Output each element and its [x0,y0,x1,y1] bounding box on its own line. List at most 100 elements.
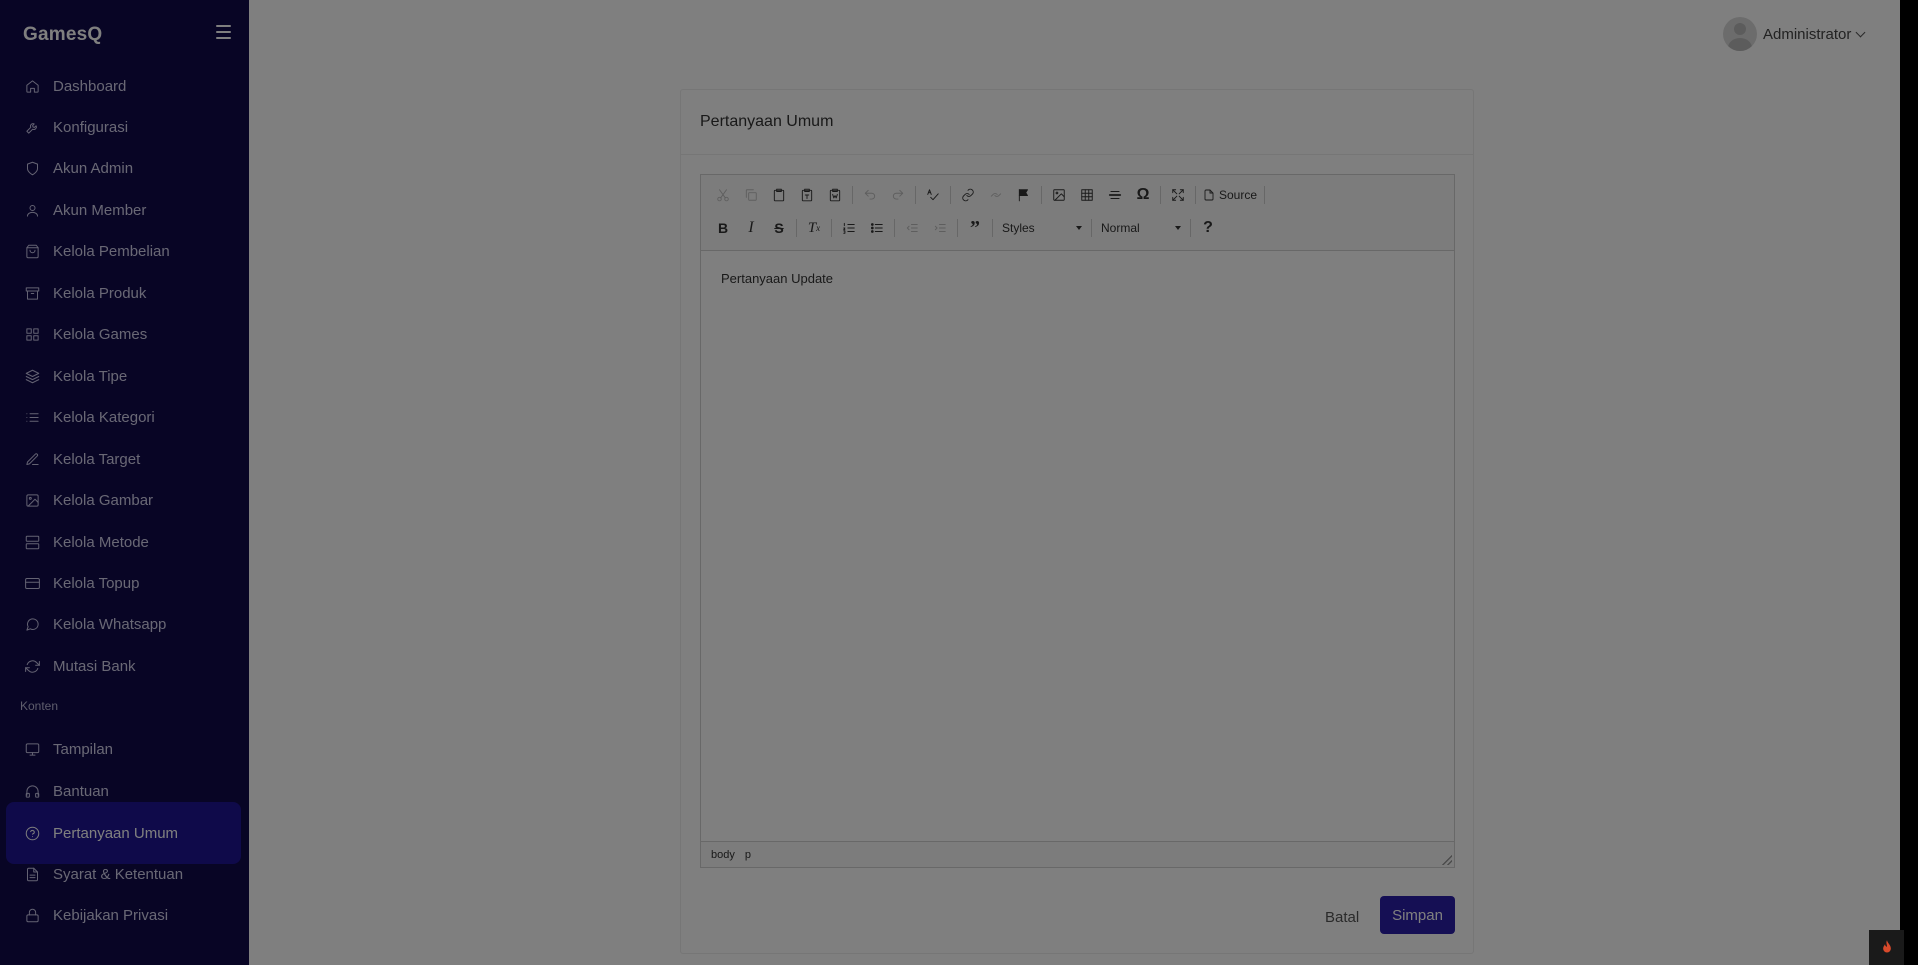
sidebar-item-kebijakan-privasi[interactable]: Kebijakan Privasi [6,896,241,934]
image-icon [24,492,40,508]
remove-format-icon[interactable]: Tx [800,215,828,241]
help-circle-icon [24,825,40,841]
indent-icon[interactable] [926,215,954,241]
toolbar-separator [950,186,951,204]
sidebar-item-kelola-gambar[interactable]: Kelola Gambar [6,481,241,519]
copy-icon[interactable] [737,182,765,208]
credit-card-icon [24,575,40,591]
sidebar-item-label: Tampilan [53,740,114,758]
brand-logo[interactable]: GamesQ [23,24,102,46]
user-menu[interactable]: Administrator [1723,17,1866,51]
sidebar-item-kelola-tipe[interactable]: Kelola Tipe [6,357,241,395]
sidebar-item-akun-admin[interactable]: Akun Admin [6,149,241,187]
cut-icon[interactable] [709,182,737,208]
sidebar-item-konfigurasi[interactable]: Konfigurasi [6,108,241,146]
avatar [1723,17,1757,51]
link-icon[interactable] [954,182,982,208]
format-dropdown[interactable]: Normal [1095,215,1187,241]
sidebar-item-syarat-ketentuan[interactable]: Syarat & Ketentuan [6,855,241,893]
save-button[interactable]: Simpan [1380,896,1455,934]
toolbar-separator [796,219,797,237]
message-circle-icon [24,616,40,632]
path-p[interactable]: p [745,849,751,861]
sidebar-item-label: Pertanyaan Umum [53,824,179,842]
numbered-list-icon[interactable] [835,215,863,241]
maximize-icon[interactable] [1164,182,1192,208]
sidebar-item-label: Bantuan [53,782,109,800]
toolbar-separator [1041,186,1042,204]
outdent-icon[interactable] [898,215,926,241]
chevron-down-icon [1855,27,1866,37]
wrench-icon [24,119,40,135]
sidebar-item-kelola-target[interactable]: Kelola Target [6,440,241,478]
sidebar-item-kelola-whatsapp[interactable]: Kelola Whatsapp [6,605,241,643]
sidebar-item-mutasi-bank[interactable]: Mutasi Bank [6,647,241,685]
user-name: Administrator [1763,25,1852,43]
sidebar-item-label: Kebijakan Privasi [53,906,169,924]
unlink-icon[interactable] [982,182,1010,208]
undo-icon[interactable] [856,182,884,208]
image-icon[interactable] [1045,182,1073,208]
path-body[interactable]: body [711,849,735,861]
divider [681,154,1473,155]
anchor-flag-icon[interactable] [1010,182,1038,208]
sidebar-item-kelola-games[interactable]: Kelola Games [6,315,241,353]
special-char-icon[interactable]: Ω [1129,182,1157,208]
paste-icon[interactable] [765,182,793,208]
toolbar-separator [1160,186,1161,204]
sidebar-item-label: Syarat & Ketentuan [53,865,184,883]
cancel-button[interactable]: Batal [1315,898,1369,936]
section-label-konten: Konten [20,699,59,713]
flame-icon[interactable] [1869,930,1904,965]
toolbar-row: B I S Tx ” Styles Normal ? [709,215,1222,241]
editor-status-bar: body p [701,841,1454,867]
refresh-icon [24,658,40,674]
sidebar-item-label: Dashboard [53,77,127,95]
sidebar-item-kelola-kategori[interactable]: Kelola Kategori [6,398,241,436]
spellcheck-icon[interactable] [919,182,947,208]
toolbar-separator [1190,219,1191,237]
italic-icon[interactable]: I [737,215,765,241]
paste-word-icon[interactable] [821,182,849,208]
menu-toggle-icon[interactable] [216,25,231,39]
faq-card: Pertanyaan Umum Ω Source B I S T x ” Sty… [680,89,1474,954]
toolbar-separator [852,186,853,204]
sidebar-item-kelola-pembelian[interactable]: Kelola Pembelian [6,232,241,270]
sidebar-item-kelola-topup[interactable]: Kelola Topup [6,564,241,602]
layers-icon [24,368,40,384]
source-doc-icon [1203,189,1215,201]
toolbar-separator [957,219,958,237]
sidebar: GamesQ Dashboard Konfigurasi Akun Admin … [0,0,249,965]
lock-icon [24,907,40,923]
redo-icon[interactable] [884,182,912,208]
home-icon [24,78,40,94]
server-icon [24,534,40,550]
sidebar-item-label: Kelola Kategori [53,408,155,426]
sidebar-item-kelola-produk[interactable]: Kelola Produk [6,274,241,312]
toolbar-separator [894,219,895,237]
bold-icon[interactable]: B [709,215,737,241]
blockquote-icon[interactable]: ” [961,215,989,241]
paste-text-icon[interactable] [793,182,821,208]
source-button[interactable]: Source [1199,182,1261,208]
sidebar-item-tampilan[interactable]: Tampilan [6,730,241,768]
sidebar-item-label: Kelola Whatsapp [53,615,167,633]
toolbar-separator [992,219,993,237]
resize-handle[interactable] [1442,855,1452,865]
sidebar-item-label: Kelola Metode [53,533,149,551]
styles-dropdown[interactable]: Styles [996,215,1088,241]
help-icon[interactable]: ? [1194,215,1222,241]
sidebar-item-label: Kelola Tipe [53,367,128,385]
table-icon[interactable] [1073,182,1101,208]
bulleted-list-icon[interactable] [863,215,891,241]
sidebar-item-label: Kelola Pembelian [53,242,170,260]
strikethrough-icon[interactable]: S [765,215,793,241]
sidebar-item-dashboard[interactable]: Dashboard [6,67,241,105]
sidebar-item-label: Konfigurasi [53,118,129,136]
horizontal-line-icon[interactable] [1101,182,1129,208]
card-title: Pertanyaan Umum [700,113,834,130]
sidebar-item-akun-member[interactable]: Akun Member [6,191,241,229]
monitor-icon [24,741,40,757]
editor-content[interactable]: Pertanyaan Update [701,251,1454,841]
sidebar-item-kelola-metode[interactable]: Kelola Metode [6,523,241,561]
